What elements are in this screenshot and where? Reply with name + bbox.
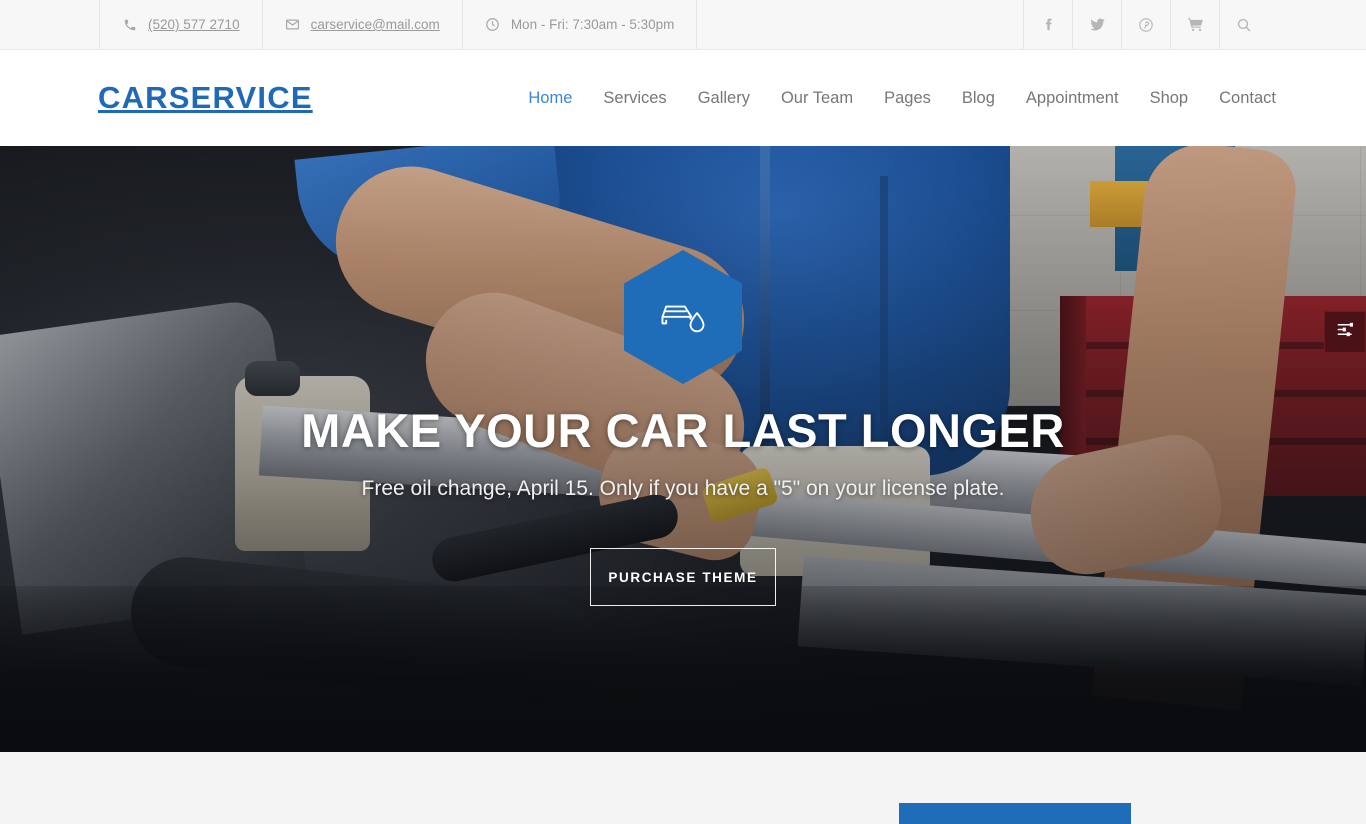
topbar-email[interactable]: carservice@mail.com <box>261 0 462 49</box>
hero-content: MAKE YOUR CAR LAST LONGER Free oil chang… <box>0 146 1366 752</box>
sliders-icon <box>1336 320 1355 344</box>
nav-item-contact[interactable]: Contact <box>1219 89 1276 108</box>
social-pinterest-link[interactable] <box>1121 0 1170 49</box>
topbar-phone-text: (520) 577 2710 <box>148 17 240 32</box>
nav-item-blog[interactable]: Blog <box>962 89 995 108</box>
car-oil-drop-icon <box>655 292 711 343</box>
topbar-hours: Mon - Fri: 7:30am - 5:30pm <box>461 0 697 49</box>
section-blue-block <box>899 803 1131 824</box>
topbar-hours-text: Mon - Fri: 7:30am - 5:30pm <box>510 17 675 32</box>
next-section <box>0 752 1366 824</box>
clock-icon <box>485 17 500 32</box>
theme-settings-tab[interactable] <box>1324 311 1366 353</box>
pinterest-icon <box>1138 17 1154 33</box>
hero-banner: MAKE YOUR CAR LAST LONGER Free oil chang… <box>0 146 1366 752</box>
nav-item-shop[interactable]: Shop <box>1150 89 1189 108</box>
search-icon <box>1236 17 1252 33</box>
social-facebook-link[interactable] <box>1023 0 1072 49</box>
purchase-theme-button[interactable]: PURCHASE THEME <box>590 548 776 607</box>
top-bar-left-spacer <box>0 0 99 49</box>
site-header: CARSERVICE Home Services Gallery Our Tea… <box>0 50 1366 146</box>
nav-item-services[interactable]: Services <box>603 89 666 108</box>
envelope-icon <box>285 17 300 32</box>
search-button[interactable] <box>1219 0 1268 49</box>
nav-item-home[interactable]: Home <box>528 89 572 108</box>
hero-badge <box>624 250 742 384</box>
hero-title: MAKE YOUR CAR LAST LONGER <box>301 404 1065 457</box>
facebook-icon <box>1040 17 1056 33</box>
cart-link[interactable] <box>1170 0 1219 49</box>
nav-item-gallery[interactable]: Gallery <box>698 89 750 108</box>
site-logo[interactable]: CARSERVICE <box>98 80 313 116</box>
phone-icon <box>122 17 137 32</box>
twitter-icon <box>1089 16 1106 33</box>
top-bar: (520) 577 2710 carservice@mail.com Mon -… <box>0 0 1366 50</box>
topbar-phone[interactable]: (520) 577 2710 <box>99 0 262 49</box>
nav-item-pages[interactable]: Pages <box>884 89 931 108</box>
hero-subtitle: Free oil change, April 15. Only if you h… <box>361 477 1005 501</box>
main-navigation: Home Services Gallery Our Team Pages Blo… <box>528 89 1276 108</box>
social-twitter-link[interactable] <box>1072 0 1121 49</box>
topbar-gap <box>696 0 1023 49</box>
topbar-email-text: carservice@mail.com <box>310 17 440 32</box>
cart-icon <box>1187 16 1204 33</box>
top-bar-right-spacer <box>1268 0 1366 49</box>
nav-item-appointment[interactable]: Appointment <box>1026 89 1119 108</box>
nav-item-our-team[interactable]: Our Team <box>781 89 853 108</box>
